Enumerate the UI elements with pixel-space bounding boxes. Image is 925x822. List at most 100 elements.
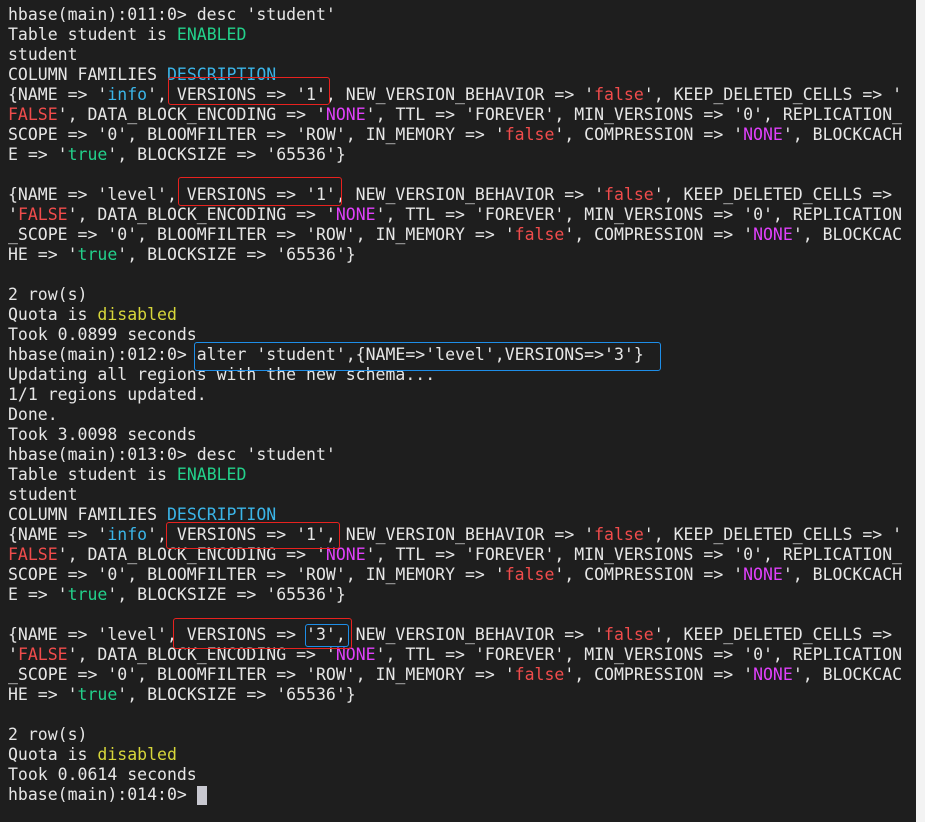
terminal-text-segment: info — [107, 525, 148, 544]
terminal-text-segment: ', TTL => 'FOREVER', MIN_VERSIONS => '0'… — [375, 205, 903, 224]
terminal-line: _SCOPE => '0', BLOOMFILTER => 'ROW', IN_… — [8, 665, 902, 685]
terminal-line: 2 row(s) — [8, 725, 902, 745]
terminal-text-segment: ', VERSIONS => '1', NEW_VERSION_BEHAVIOR… — [147, 525, 595, 544]
terminal-line: Quota is disabled — [8, 745, 902, 765]
terminal-text-segment: ' — [8, 205, 18, 224]
terminal-line: Took 0.0614 seconds — [8, 765, 902, 785]
terminal-text-segment: Table student is — [8, 25, 177, 44]
terminal-text-segment: _SCOPE => '0', BLOOMFILTER => 'ROW', IN_… — [8, 225, 515, 244]
terminal-text-segment: NONE — [325, 105, 366, 124]
terminal-text-segment: ', TTL => 'FOREVER', MIN_VERSIONS => '0'… — [365, 105, 903, 124]
terminal-line: Took 0.0899 seconds — [8, 325, 902, 345]
terminal-text-segment: ', BLOCKCACH — [782, 565, 903, 584]
terminal-text-segment: NONE — [743, 565, 783, 584]
terminal-text-segment: hbase(main):014:0> — [8, 785, 197, 804]
terminal-text-segment: ', COMPRESSION => ' — [564, 665, 754, 684]
terminal-text-segment: ', BLOCKSIZE => '65536'} — [107, 145, 346, 164]
terminal-text-segment: false — [504, 565, 555, 584]
terminal-text-segment: Took 3.0098 seconds — [8, 425, 197, 444]
window-edge — [916, 0, 925, 822]
terminal-text-segment: NONE — [753, 225, 793, 244]
terminal-line: E => 'true', BLOCKSIZE => '65536'} — [8, 585, 902, 605]
terminal-text-segment: ', KEEP_DELETED_CELLS => ' — [643, 85, 903, 104]
terminal-line: hbase(main):012:0> alter 'student',{NAME… — [8, 345, 902, 365]
terminal-text-segment: ', DATA_BLOCK_ENCODING => ' — [67, 645, 336, 664]
terminal-text-segment: ', DATA_BLOCK_ENCODING => ' — [57, 105, 326, 124]
terminal-text-segment: FALSE — [17, 205, 68, 224]
terminal-output[interactable]: hbase(main):011:0> desc 'student' Table s… — [8, 5, 902, 805]
terminal-line: SCOPE => '0', BLOOMFILTER => 'ROW', IN_M… — [8, 565, 902, 585]
terminal-text-segment: Took 0.0899 seconds — [8, 325, 197, 344]
terminal-line: 1/1 regions updated. — [8, 385, 902, 405]
terminal-line: student — [8, 485, 902, 505]
terminal-line: {NAME => 'level', VERSIONS => '3', NEW_V… — [8, 625, 902, 645]
terminal-line: {NAME => 'info', VERSIONS => '1', NEW_VE… — [8, 525, 902, 545]
terminal-line: Updating all regions with the new schema… — [8, 365, 902, 385]
terminal-text-segment: ENABLED — [176, 465, 247, 484]
terminal-text-segment: Table student is — [8, 465, 177, 484]
terminal-text-segment: 2 row(s) — [8, 285, 88, 304]
terminal-text-segment: NONE — [335, 205, 376, 224]
terminal-text-segment: ', COMPRESSION => ' — [554, 125, 744, 144]
terminal-text-segment: {NAME => 'level', VERSIONS => '3', NEW_V… — [8, 625, 605, 644]
terminal-line: Took 3.0098 seconds — [8, 425, 902, 445]
terminal-text-segment: {NAME => ' — [8, 525, 108, 544]
terminal-text-segment: disabled — [97, 305, 177, 324]
terminal-line: FALSE', DATA_BLOCK_ENCODING => 'NONE', T… — [8, 105, 902, 125]
terminal-text-segment: hbase(main):011:0> desc 'student' — [8, 5, 336, 24]
terminal-line: Table student is ENABLED — [8, 25, 902, 45]
terminal-text-segment: ', TTL => 'FOREVER', MIN_VERSIONS => '0'… — [365, 545, 903, 564]
terminal-line: {NAME => 'info', VERSIONS => '1', NEW_VE… — [8, 85, 902, 105]
terminal-cursor — [197, 786, 207, 805]
terminal-line: Done. — [8, 405, 902, 425]
terminal-text-segment: ', BLOCKCACH — [782, 125, 903, 144]
terminal-text-segment: COLUMN FAMILIES — [8, 505, 167, 524]
terminal-text-segment: false — [514, 225, 565, 244]
terminal-text-segment: ', DATA_BLOCK_ENCODING => ' — [57, 545, 326, 564]
terminal-text-segment: ', DATA_BLOCK_ENCODING => ' — [67, 205, 336, 224]
terminal-text-segment: E => ' — [8, 585, 68, 604]
terminal-text-segment: {NAME => ' — [8, 85, 108, 104]
terminal-text-segment: Took 0.0614 seconds — [8, 765, 197, 784]
terminal-text-segment: ', COMPRESSION => ' — [554, 565, 744, 584]
terminal-text-segment: true — [67, 585, 108, 604]
terminal-line: HE => 'true', BLOCKSIZE => '65536'} — [8, 245, 902, 265]
terminal-text-segment: ', KEEP_DELETED_CELLS => — [653, 185, 893, 204]
terminal-text-segment: 2 row(s) — [8, 725, 88, 744]
terminal-text-segment: true — [77, 245, 118, 264]
terminal-text-segment: HE => ' — [8, 685, 78, 704]
terminal-line: Table student is ENABLED — [8, 465, 902, 485]
terminal-text-segment: ', BLOCKCAC — [792, 665, 903, 684]
terminal-line: {NAME => 'level', VERSIONS => '1', NEW_V… — [8, 185, 902, 205]
terminal-text-segment: Quota is — [8, 745, 98, 764]
terminal-text-segment: {NAME => 'level', VERSIONS => '1', NEW_V… — [8, 185, 605, 204]
terminal-text-segment: true — [77, 685, 118, 704]
terminal-line: 'FALSE', DATA_BLOCK_ENCODING => 'NONE', … — [8, 205, 902, 225]
terminal-text-segment: COLUMN FAMILIES — [8, 65, 167, 84]
terminal-text-segment: student — [8, 45, 78, 64]
terminal-line: hbase(main):011:0> desc 'student' — [8, 5, 902, 25]
terminal-line: FALSE', DATA_BLOCK_ENCODING => 'NONE', T… — [8, 545, 902, 565]
terminal-text-segment: NONE — [325, 545, 366, 564]
terminal-text-segment: FALSE — [17, 645, 68, 664]
terminal-text-segment: SCOPE => '0', BLOOMFILTER => 'ROW', IN_M… — [8, 565, 505, 584]
terminal-text-segment: false — [504, 125, 555, 144]
terminal-text-segment: Updating all regions with the new schema… — [8, 365, 436, 384]
terminal-text-segment: false — [514, 665, 565, 684]
terminal-text-segment: SCOPE => '0', BLOOMFILTER => 'ROW', IN_M… — [8, 125, 505, 144]
terminal-text-segment: Quota is — [8, 305, 98, 324]
terminal-text-segment: info — [107, 85, 148, 104]
terminal-text-segment: false — [594, 85, 644, 104]
terminal-line: 'FALSE', DATA_BLOCK_ENCODING => 'NONE', … — [8, 645, 902, 665]
terminal-text-segment: student — [8, 485, 78, 504]
terminal-text-segment: HE => ' — [8, 245, 78, 264]
terminal-line: student — [8, 45, 902, 65]
terminal-text-segment: true — [67, 145, 108, 164]
terminal-text-segment: NONE — [335, 645, 376, 664]
terminal-text-segment: ' — [8, 645, 18, 664]
terminal-text-segment: ', KEEP_DELETED_CELLS => ' — [643, 525, 903, 544]
terminal-text-segment: false — [604, 625, 654, 644]
